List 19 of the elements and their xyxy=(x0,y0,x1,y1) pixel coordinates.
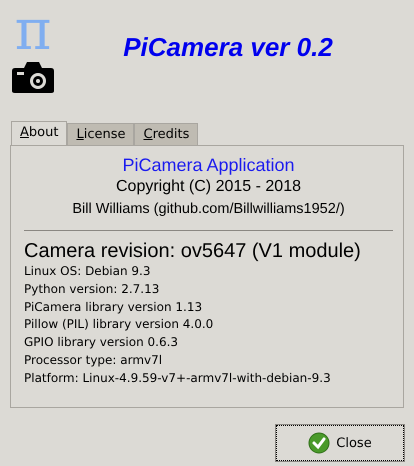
close-button[interactable]: Close xyxy=(276,425,404,461)
app-title: PiCamera ver 0.2 xyxy=(122,32,334,62)
author-text: Bill Williams (github.com/Billwilliams1952/) xyxy=(71,200,346,219)
tab[interactable]: About xyxy=(11,121,68,145)
info-line: Pillow (PIL) library version 4.0.0 xyxy=(24,316,214,334)
tab[interactable]: Credits xyxy=(134,123,198,145)
tab[interactable]: License xyxy=(67,123,134,145)
check-icon xyxy=(308,432,330,454)
info-line: GPIO library version 0.6.3 xyxy=(24,334,180,352)
info-line: Platform: Linux-4.9.59-v7+-armv7l-with-debian-9.3 xyxy=(24,370,332,387)
info-line: Processor type: armv7l xyxy=(24,352,164,369)
camera-icon xyxy=(11,60,55,94)
info-line: PiCamera library version 1.13 xyxy=(24,298,204,316)
info-line: Python version: 2.7.13 xyxy=(24,280,160,298)
application-name: PiCamera Application xyxy=(121,154,296,176)
camera-revision: Camera revision: ov5647 (V1 module) xyxy=(24,239,362,263)
pi-symbol: π xyxy=(14,6,52,58)
info-line: Linux OS: Debian 9.3 xyxy=(24,263,152,280)
copyright-text: Copyright (C) 2015 - 2018 xyxy=(115,177,302,197)
